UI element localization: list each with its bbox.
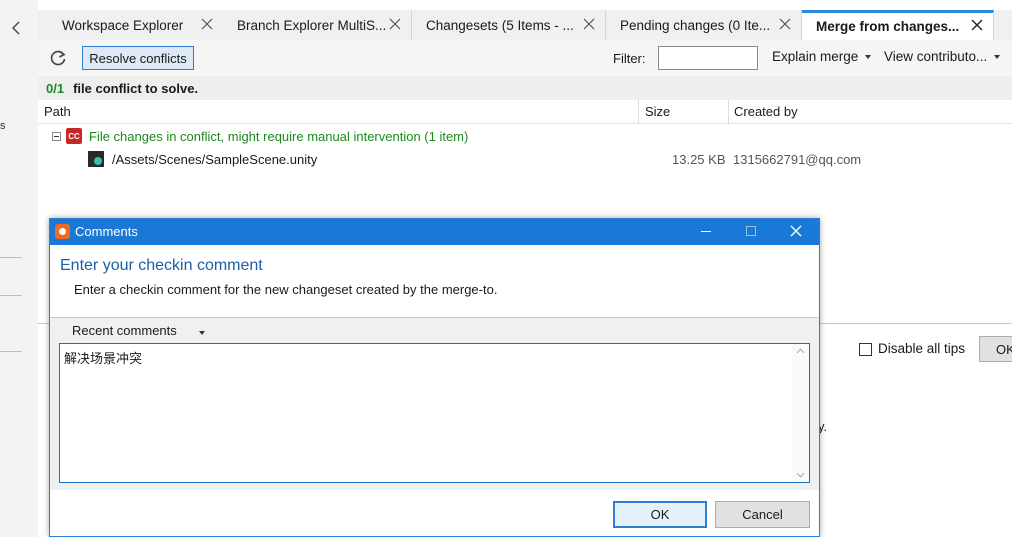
tab-branch-explorer[interactable]: Branch Explorer MultiS... (223, 10, 412, 40)
left-panel: s (0, 0, 38, 537)
tab-workspace-explorer[interactable]: Workspace Explorer (48, 10, 224, 40)
tab-changesets[interactable]: Changesets (5 Items - ... (412, 10, 606, 40)
divider (0, 257, 22, 258)
dialog-title-bar[interactable]: Comments (50, 219, 819, 245)
dialog-heading: Enter your checkin comment (60, 257, 263, 274)
scroll-up-icon[interactable] (796, 348, 805, 354)
tips-ok-button[interactable]: OK (979, 336, 1012, 362)
explain-merge-dropdown[interactable]: Explain merge (772, 49, 872, 64)
view-contributors-dropdown[interactable]: View contributo... (884, 49, 1001, 64)
group-label: File changes in conflict, might require … (89, 128, 469, 144)
column-headers: Path Size Created by (38, 100, 1012, 124)
view-contributors-label: View contributo... (884, 49, 988, 64)
filter-input[interactable] (658, 46, 758, 70)
dropdown-arrow-icon (865, 55, 872, 60)
left-panel-text: s (0, 120, 6, 132)
close-icon[interactable] (971, 19, 983, 31)
ok-button[interactable]: OK (613, 501, 707, 528)
tab-label: Pending changes (0 Ite... (620, 17, 771, 33)
column-header-size[interactable]: Size (645, 104, 670, 119)
dialog-title: Comments (75, 224, 138, 239)
file-row[interactable]: /Assets/Scenes/SampleScene.unity (88, 151, 317, 167)
cancel-button[interactable]: Cancel (715, 501, 810, 528)
close-icon[interactable] (779, 18, 791, 30)
divider (0, 351, 22, 352)
tab-label: Workspace Explorer (62, 17, 184, 33)
unity-file-icon (88, 151, 104, 167)
conflict-count: 0/1 (46, 80, 65, 96)
conflict-group-row[interactable]: CC File changes in conflict, might requi… (52, 128, 468, 144)
conflict-text: file conflict to solve. (73, 80, 199, 96)
tab-merge-from-changeset[interactable]: Merge from changes... (802, 10, 994, 40)
disable-tips-checkbox[interactable] (859, 343, 872, 356)
file-size: 13.25 KB (672, 152, 726, 167)
tab-pending-changes[interactable]: Pending changes (0 Ite... (606, 10, 802, 40)
maximize-icon (746, 226, 756, 236)
close-icon[interactable] (201, 18, 213, 30)
close-icon[interactable] (583, 18, 595, 30)
tab-label: Branch Explorer MultiS... (237, 17, 387, 33)
dialog-description: Enter a checkin comment for the new chan… (74, 282, 498, 297)
file-path: /Assets/Scenes/SampleScene.unity (112, 151, 318, 167)
conflict-icon: CC (66, 128, 82, 144)
dropdown-arrow-icon[interactable] (199, 331, 205, 335)
tab-label: Merge from changes... (816, 19, 960, 34)
disable-tips-label: Disable all tips (878, 341, 966, 356)
column-divider[interactable] (638, 100, 639, 124)
tab-label: Changesets (5 Items - ... (426, 17, 574, 33)
comment-text: 解决场景冲突 (64, 352, 143, 367)
conflict-summary: 0/1 file conflict to solve. (38, 76, 1012, 100)
comments-dialog: Comments Enter your checkin comment Ente… (49, 218, 820, 537)
app-logo-icon (55, 224, 70, 239)
divider (0, 295, 22, 296)
filter-label: Filter: (613, 51, 646, 66)
tab-bar: Workspace Explorer Branch Explorer Multi… (38, 10, 1012, 40)
column-divider[interactable] (728, 100, 729, 124)
resolve-conflicts-button[interactable]: Resolve conflicts (82, 46, 194, 70)
chevron-left-icon[interactable] (10, 18, 22, 38)
close-icon[interactable] (389, 18, 401, 30)
toolbar: Resolve conflicts Filter: Explain merge … (38, 40, 1012, 76)
file-created-by: 1315662791@qq.com (733, 152, 862, 167)
scroll-down-icon[interactable] (796, 472, 805, 478)
minimize-icon[interactable] (701, 231, 711, 232)
column-header-path[interactable]: Path (44, 104, 71, 119)
dropdown-arrow-icon (994, 55, 1001, 60)
explain-merge-label: Explain merge (772, 49, 859, 64)
scrollbar[interactable] (792, 344, 809, 482)
collapse-icon[interactable] (52, 131, 61, 141)
column-header-created-by[interactable]: Created by (734, 104, 798, 119)
refresh-icon[interactable] (48, 48, 68, 68)
comment-textarea[interactable]: 解决场景冲突 (59, 343, 810, 483)
recent-comments-dropdown[interactable]: Recent comments (72, 323, 177, 338)
close-icon[interactable] (790, 225, 802, 237)
comment-panel: Recent comments 解决场景冲突 (50, 318, 819, 490)
